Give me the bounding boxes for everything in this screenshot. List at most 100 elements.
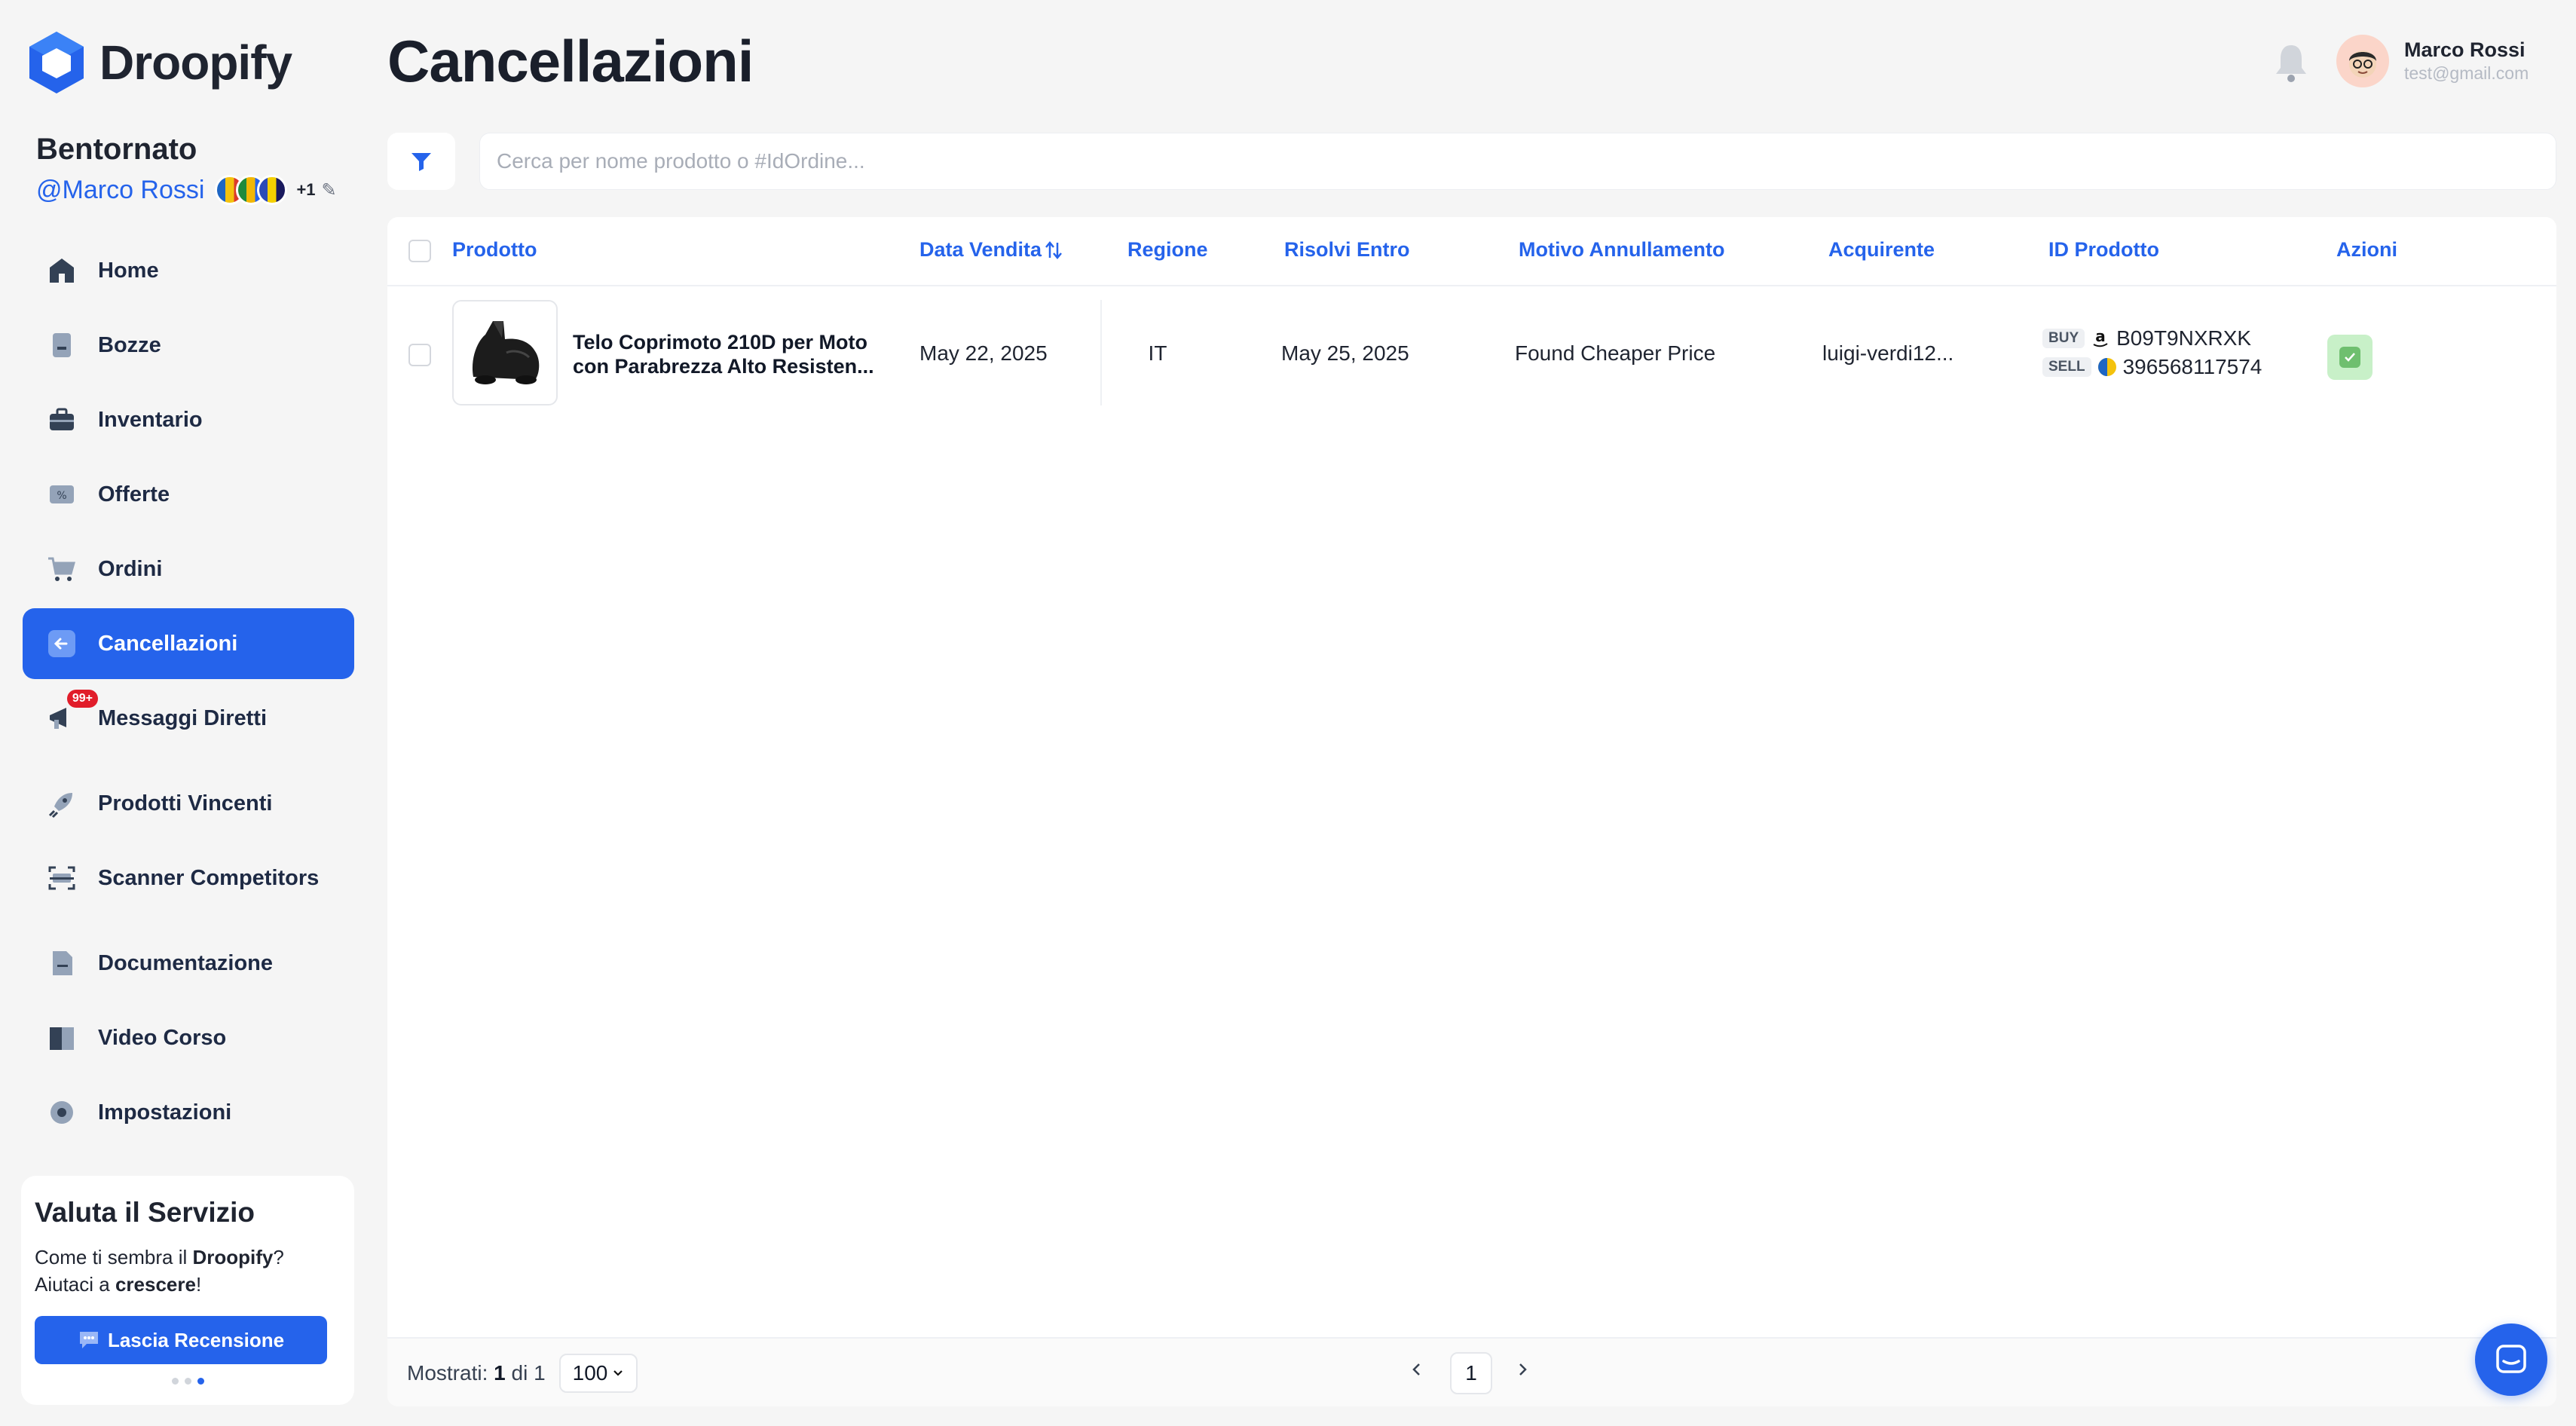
sidebar-item-label: Cancellazioni (98, 631, 238, 656)
gear-icon (47, 1097, 77, 1128)
bell-icon[interactable] (2273, 41, 2309, 86)
ticket-icon: % (47, 479, 77, 510)
carousel-dot[interactable] (184, 1378, 191, 1385)
user-menu[interactable]: Marco Rossi test@gmail.com (2336, 35, 2529, 87)
column-header-azioni: Azioni (2336, 238, 2397, 261)
rows-shown: Mostrati: 1 di 1 (407, 1361, 546, 1385)
briefcase-icon (47, 405, 77, 435)
sidebar-item-bozze[interactable]: Bozze (23, 310, 354, 381)
rocket-icon (47, 788, 77, 819)
rows-shown-count: 1 (494, 1361, 506, 1385)
sidebar-item-label: Impostazioni (98, 1100, 232, 1125)
sidebar-item-label: Ordini (98, 556, 163, 581)
chat-icon (2496, 1345, 2526, 1373)
column-divider (1100, 300, 1102, 405)
sidebar-item-impostazioni[interactable]: Impostazioni (23, 1077, 354, 1148)
carousel-dot[interactable] (171, 1378, 179, 1385)
cancellations-table: Prodotto Data Vendita Regione Risolvi En… (387, 217, 2556, 1406)
sidebar-item-inventario[interactable]: Inventario (23, 384, 354, 455)
review-text-bold: crescere (115, 1273, 196, 1296)
row-checkbox[interactable] (408, 344, 431, 366)
product-ids: BUY a B09T9NXRXK SELL 396568117574 (2042, 324, 2262, 381)
filter-button[interactable] (387, 133, 455, 190)
logo[interactable]: Droopify (27, 30, 292, 95)
sort-icon (1045, 240, 1063, 259)
sidebar-item-messaggi[interactable]: 99+ Messaggi Diretti (23, 683, 354, 754)
logo-text: Droopify (99, 35, 292, 90)
next-page-button[interactable] (1515, 1358, 1530, 1387)
sidebar-item-label: Bozze (98, 332, 161, 357)
draft-icon (47, 330, 77, 360)
product-name[interactable]: Telo Coprimoto 210D per Moto con Parabre… (573, 330, 874, 378)
leave-review-label: Lascia Recensione (107, 1328, 285, 1351)
filter-icon (411, 153, 431, 171)
buy-tag: BUY (2042, 329, 2085, 348)
rows-shown-total: di 1 (511, 1361, 546, 1385)
rows-shown-label: Mostrati: (407, 1361, 488, 1385)
sidebar-item-documentazione[interactable]: Documentazione (23, 928, 354, 999)
svg-text:a: a (2095, 329, 2106, 345)
search-input[interactable] (479, 133, 2556, 190)
chat-bubble-icon (79, 1332, 98, 1348)
sidebar-item-label: Documentazione (98, 950, 274, 975)
sidebar-item-label: Video Corso (98, 1025, 227, 1050)
user-handle[interactable]: @Marco Rossi (36, 176, 204, 205)
review-text: Come ti sembra il Droopify? Aiutaci a cr… (35, 1244, 341, 1298)
review-card: Valuta il Servizio Come ti sembra il Dro… (21, 1176, 354, 1405)
column-header-prodotto[interactable]: Prodotto (452, 238, 537, 262)
buy-id-line[interactable]: BUY a B09T9NXRXK (2042, 324, 2262, 353)
sidebar-item-scanner[interactable]: Scanner Competitors (23, 843, 354, 913)
megaphone-icon: 99+ (47, 690, 98, 733)
user-name: Marco Rossi (2404, 38, 2526, 61)
sidebar-item-label: Scanner Competitors (98, 865, 320, 890)
logo-icon (29, 32, 84, 93)
sidebar-item-prodotti-vincenti[interactable]: Prodotti Vincenti (23, 768, 354, 839)
sidebar-item-label: Inventario (98, 407, 203, 432)
svg-text:%: % (57, 490, 66, 502)
page-number[interactable]: 1 (1450, 1352, 1492, 1394)
support-chat-button[interactable] (2475, 1323, 2547, 1396)
sidebar-item-ordini[interactable]: Ordini (23, 534, 354, 604)
unread-badge: 99+ (66, 690, 98, 708)
carousel-dot-active[interactable] (197, 1378, 204, 1385)
sell-id: 396568117574 (2122, 355, 2262, 378)
sidebar-item-label: Messaggi Diretti (98, 705, 267, 730)
sidebar-item-home[interactable]: Home (23, 235, 354, 306)
buyer-name[interactable]: luigi-verdi12... (1822, 341, 1953, 366)
previous-page-button[interactable] (1409, 1358, 1424, 1387)
rows-per-page-select[interactable]: 100 (559, 1354, 638, 1393)
sidebar-item-label: Offerte (98, 482, 170, 506)
leave-review-button[interactable]: Lascia Recensione (35, 1316, 327, 1364)
sidebar: Droopify Bentornato @Marco Rossi +1 ✎ Ho… (0, 0, 372, 1426)
column-header-data-vendita[interactable]: Data Vendita (919, 238, 1063, 262)
product-thumbnail[interactable] (452, 300, 558, 405)
column-header-label: Data Vendita (919, 238, 1042, 261)
resolve-action-button[interactable] (2327, 335, 2373, 380)
book-icon (47, 1023, 77, 1053)
review-text-part: ? (273, 1246, 284, 1268)
chevron-down-icon (613, 1370, 623, 1376)
column-header-id-prodotto[interactable]: ID Prodotto (2048, 238, 2159, 262)
cart-icon (47, 554, 77, 584)
document-icon (47, 948, 77, 978)
column-header-acquirente[interactable]: Acquirente (1828, 238, 1935, 262)
review-title: Valuta il Servizio (35, 1197, 255, 1228)
review-text-part: Aiutaci a (35, 1273, 115, 1296)
sidebar-item-offerte[interactable]: % Offerte (23, 459, 354, 530)
column-header-motivo[interactable]: Motivo Annullamento (1519, 238, 1724, 262)
scanner-icon (47, 863, 77, 893)
review-text-part: ! (195, 1273, 202, 1296)
sidebar-item-video-corso[interactable]: Video Corso (23, 1002, 354, 1073)
table-footer: Mostrati: 1 di 1 100 1 (387, 1337, 2556, 1406)
sidebar-item-label: Prodotti Vincenti (98, 791, 273, 816)
column-header-regione[interactable]: Regione (1127, 238, 1208, 262)
home-icon (47, 256, 77, 286)
review-text-bold: Droopify (192, 1246, 274, 1268)
select-all-checkbox[interactable] (408, 240, 431, 262)
column-header-risolvi-entro[interactable]: Risolvi Entro (1284, 238, 1410, 262)
cancellation-reason: Found Cheaper Price (1515, 341, 1716, 365)
edit-icon[interactable]: ✎ (322, 179, 337, 201)
sidebar-item-cancellazioni[interactable]: Cancellazioni (23, 608, 354, 679)
user-email: test@gmail.com (2404, 63, 2529, 83)
sell-id-line[interactable]: SELL 396568117574 (2042, 353, 2262, 381)
